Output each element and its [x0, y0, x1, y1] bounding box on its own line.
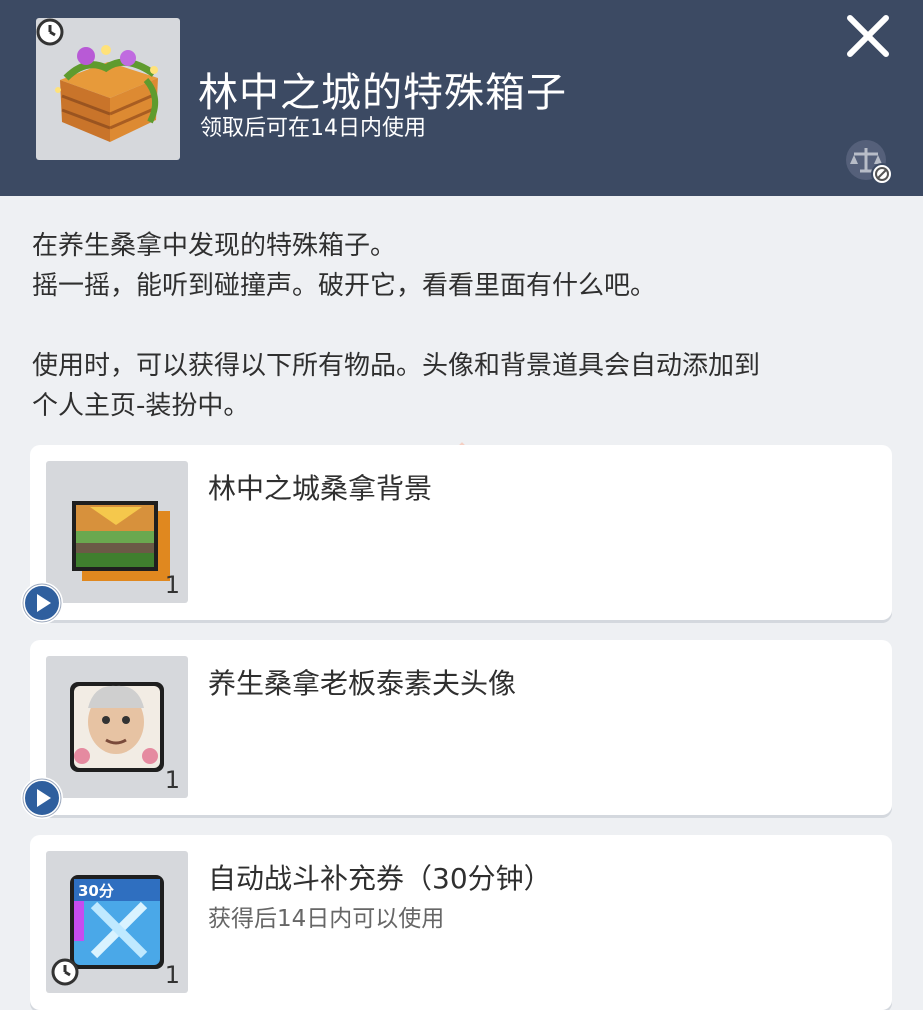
reward-quantity: 1	[164, 961, 180, 989]
reward-quantity: 1	[164, 571, 180, 599]
ticket-label: 30分	[78, 882, 114, 900]
item-description: 在养生桑拿中发现的特殊箱子。 摇一摇，能听到碰撞声。破开它，看看里面有什么吧。 …	[32, 226, 892, 426]
reward-usage-note: 获得后14日内可以使用	[208, 906, 445, 932]
description-line: 摇一摇，能听到碰撞声。破开它，看看里面有什么吧。	[32, 271, 657, 301]
item-thumbnail	[36, 18, 180, 160]
description-line: 使用时，可以获得以下所有物品。头像和背景道具会自动添加到	[32, 351, 761, 381]
reward-card[interactable]: 1 养生桑拿老板泰素夫头像	[21, 640, 892, 819]
reward-name: 林中之城桑拿背景	[208, 472, 433, 505]
untradeable-scale-icon[interactable]	[844, 138, 894, 186]
description-line: 个人主页-装扮中。	[32, 391, 250, 421]
reward-thumbnail: 1	[46, 656, 188, 798]
play-icon[interactable]	[20, 581, 64, 625]
reward-quantity: 1	[164, 766, 180, 794]
reward-card[interactable]: 30分 1 自动战斗补充券（30分钟） 获得后14日内可以使用	[30, 835, 892, 1010]
play-icon[interactable]	[20, 776, 64, 820]
description-line: 在养生桑拿中发现的特殊箱子。	[32, 231, 397, 261]
item-header: 林中之城的特殊箱子 领取后可在14日内使用	[0, 0, 923, 196]
close-icon[interactable]	[842, 10, 894, 62]
item-usage-period: 领取后可在14日内使用	[200, 116, 426, 141]
reward-name: 自动战斗补充券（30分钟）	[208, 862, 552, 895]
reward-name: 养生桑拿老板泰素夫头像	[208, 667, 517, 700]
reward-card[interactable]: 1 林中之城桑拿背景	[21, 445, 892, 624]
clock-icon	[36, 18, 64, 46]
reward-thumbnail: 1	[46, 461, 188, 603]
clock-icon	[51, 958, 79, 986]
